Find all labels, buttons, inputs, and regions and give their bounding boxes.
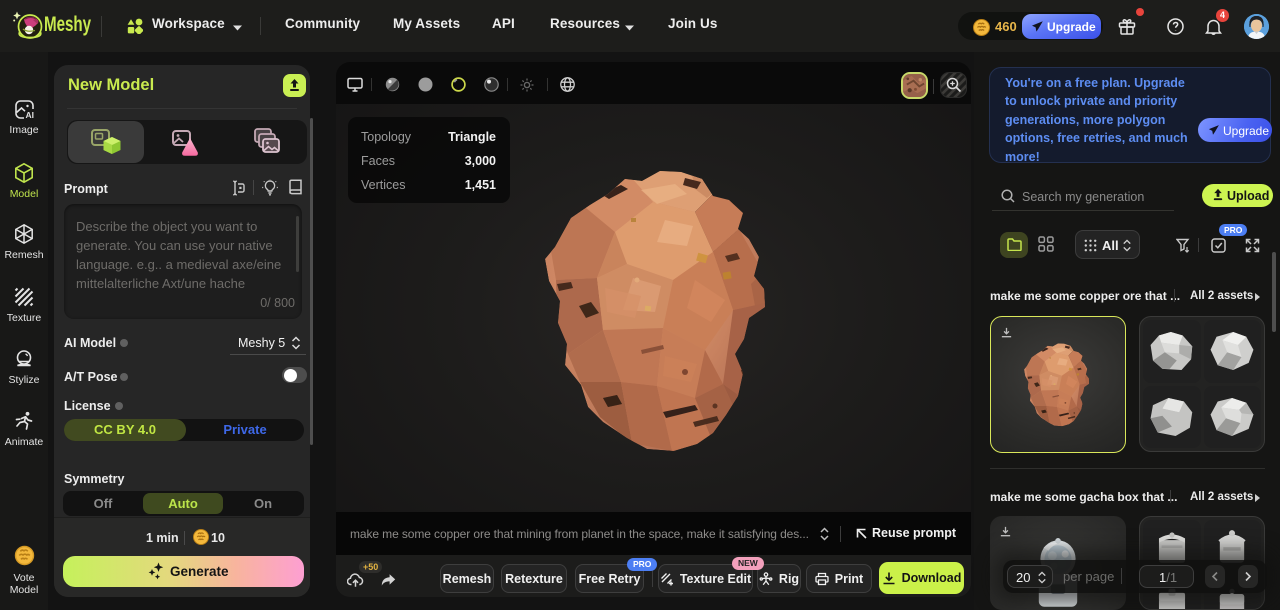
- svg-text:AI: AI: [25, 110, 34, 120]
